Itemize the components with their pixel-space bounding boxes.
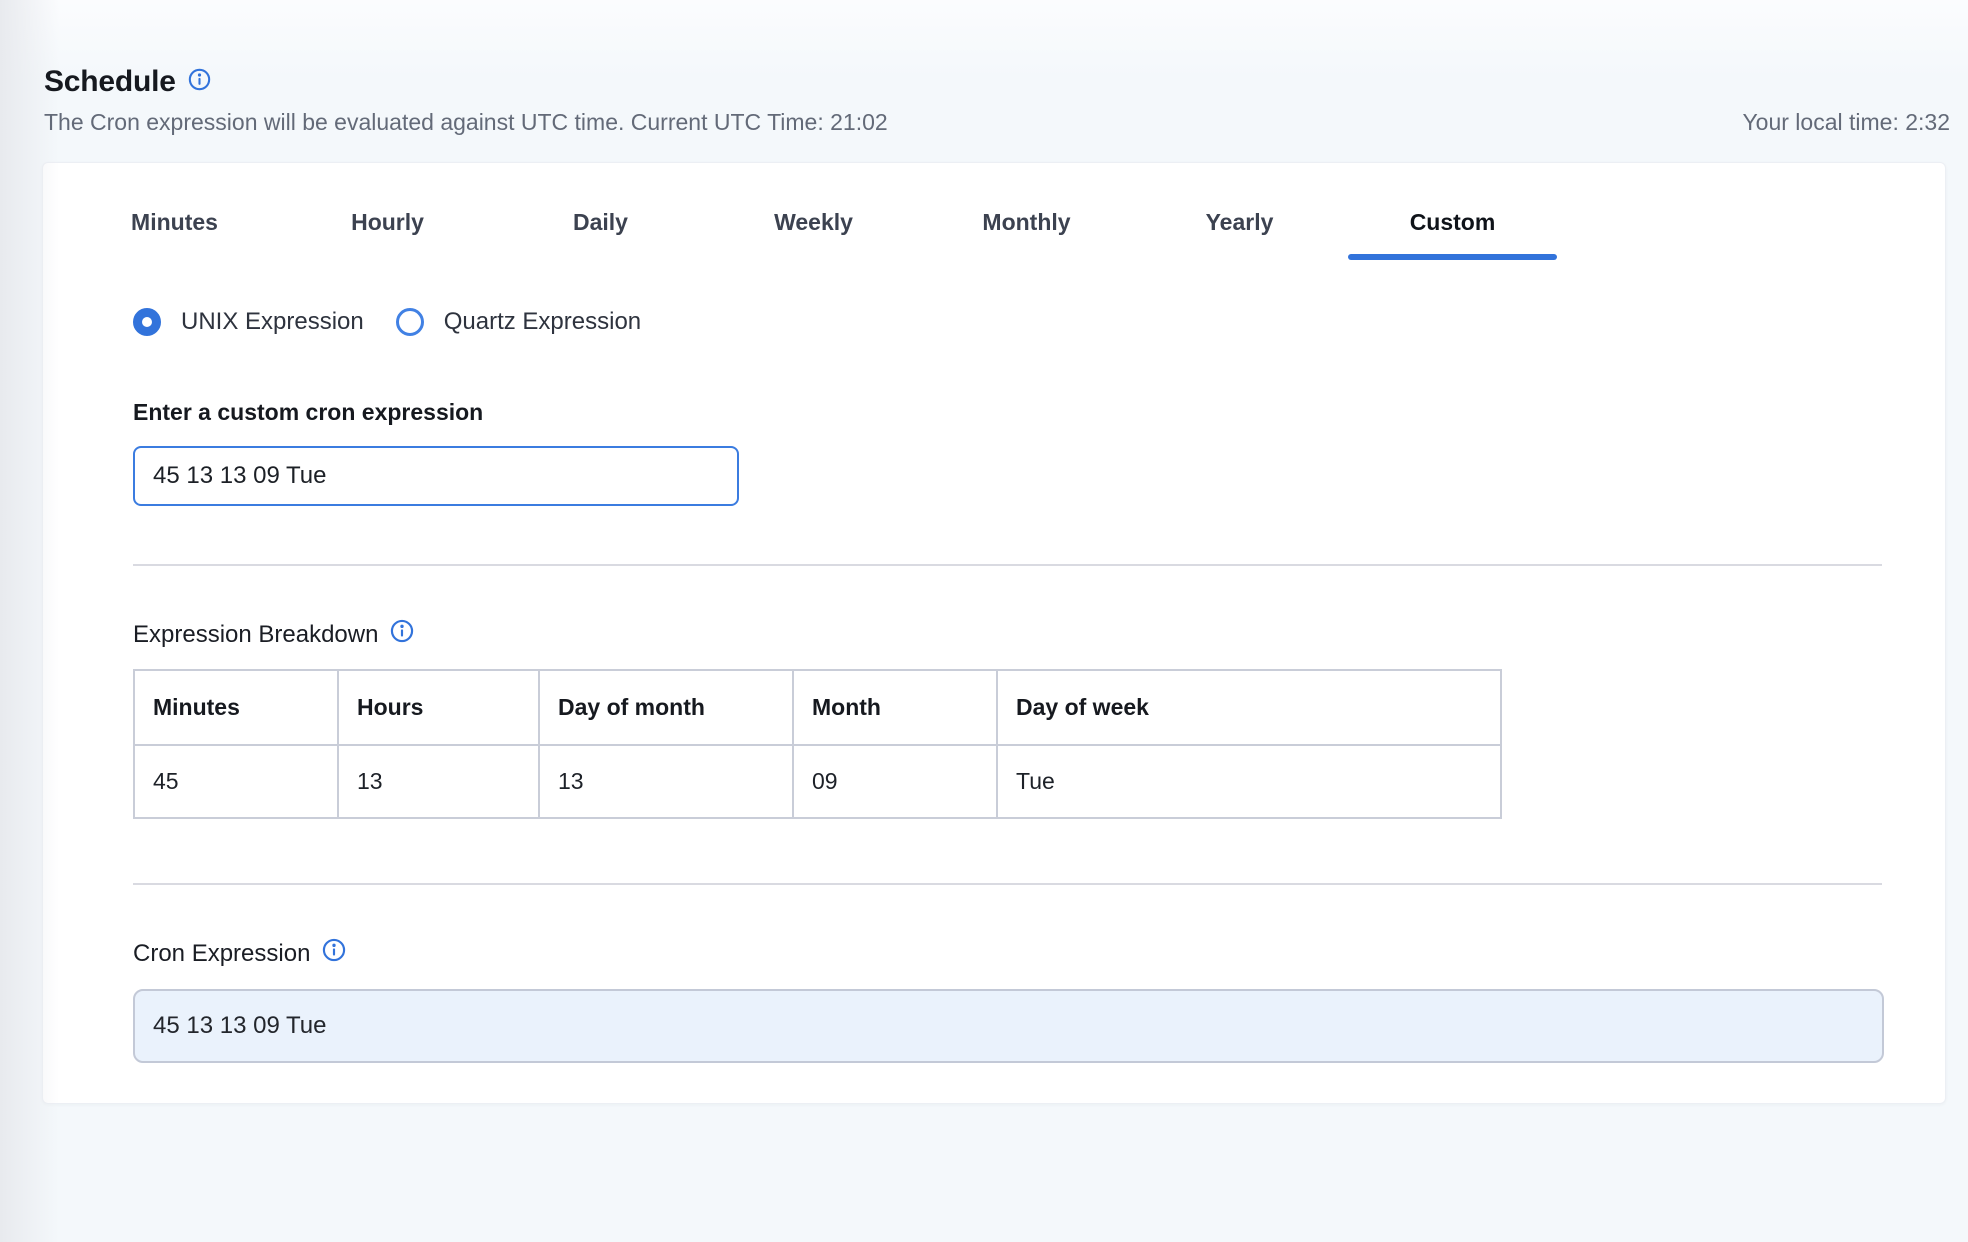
custom-cron-input[interactable] xyxy=(133,446,739,506)
quartz-expression-label[interactable]: Quartz Expression xyxy=(444,308,641,336)
value-day-of-month: 13 xyxy=(539,745,793,818)
quartz-expression-radio[interactable] xyxy=(396,308,424,336)
expression-breakdown-table: Minutes Hours Day of month Month Day of … xyxy=(133,669,1502,819)
cron-expression-title: Cron Expression xyxy=(133,939,310,969)
value-month: 09 xyxy=(793,745,997,818)
breakdown-header-row: Minutes Hours Day of month Month Day of … xyxy=(134,670,1501,745)
tab-minutes[interactable]: Minutes xyxy=(68,203,281,260)
tab-yearly[interactable]: Yearly xyxy=(1133,203,1346,260)
page-title: Schedule xyxy=(44,64,176,100)
info-icon[interactable] xyxy=(390,619,414,651)
tab-weekly[interactable]: Weekly xyxy=(707,203,920,260)
expression-breakdown-title: Expression Breakdown xyxy=(133,620,378,650)
utc-time-text: The Cron expression will be evaluated ag… xyxy=(44,108,888,136)
tab-hourly[interactable]: Hourly xyxy=(281,203,494,260)
expression-breakdown-heading: Expression Breakdown xyxy=(133,619,1882,651)
custom-cron-label: Enter a custom cron expression xyxy=(133,398,1882,426)
cron-expression-output[interactable] xyxy=(133,989,1884,1063)
unix-expression-option[interactable]: UNIX Expression xyxy=(133,308,364,336)
expression-type-group: UNIX Expression Quartz Expression xyxy=(133,308,1882,336)
schedule-header: Schedule The Cron expression will be eva… xyxy=(0,0,1968,136)
column-header-hours: Hours xyxy=(338,670,539,745)
schedule-card: Minutes Hourly Daily Weekly Monthly Year… xyxy=(42,162,1946,1104)
value-day-of-week: Tue xyxy=(997,745,1501,818)
unix-expression-label[interactable]: UNIX Expression xyxy=(181,308,364,336)
cron-expression-heading: Cron Expression xyxy=(133,938,1882,970)
divider xyxy=(133,564,1882,566)
divider xyxy=(133,883,1882,885)
tab-daily[interactable]: Daily xyxy=(494,203,707,260)
quartz-expression-option[interactable]: Quartz Expression xyxy=(396,308,641,336)
info-icon[interactable] xyxy=(188,68,211,96)
column-header-day-of-month: Day of month xyxy=(539,670,793,745)
subtitle-row: The Cron expression will be evaluated ag… xyxy=(44,108,1950,136)
info-icon[interactable] xyxy=(322,938,346,970)
value-minutes: 45 xyxy=(134,745,338,818)
unix-expression-radio[interactable] xyxy=(133,308,161,336)
breakdown-value-row: 45 13 13 09 Tue xyxy=(134,745,1501,818)
column-header-day-of-week: Day of week xyxy=(997,670,1501,745)
local-time-text: Your local time: 2:32 xyxy=(1742,108,1950,136)
value-hours: 13 xyxy=(338,745,539,818)
schedule-page: Schedule The Cron expression will be eva… xyxy=(0,0,1968,1242)
card-body: UNIX Expression Quartz Expression Enter … xyxy=(43,308,1945,1107)
column-header-month: Month xyxy=(793,670,997,745)
column-header-minutes: Minutes xyxy=(134,670,338,745)
title-row: Schedule xyxy=(44,64,1950,100)
frequency-tabs: Minutes Hourly Daily Weekly Monthly Year… xyxy=(68,203,1945,260)
tab-monthly[interactable]: Monthly xyxy=(920,203,1133,260)
tab-custom[interactable]: Custom xyxy=(1346,203,1559,260)
